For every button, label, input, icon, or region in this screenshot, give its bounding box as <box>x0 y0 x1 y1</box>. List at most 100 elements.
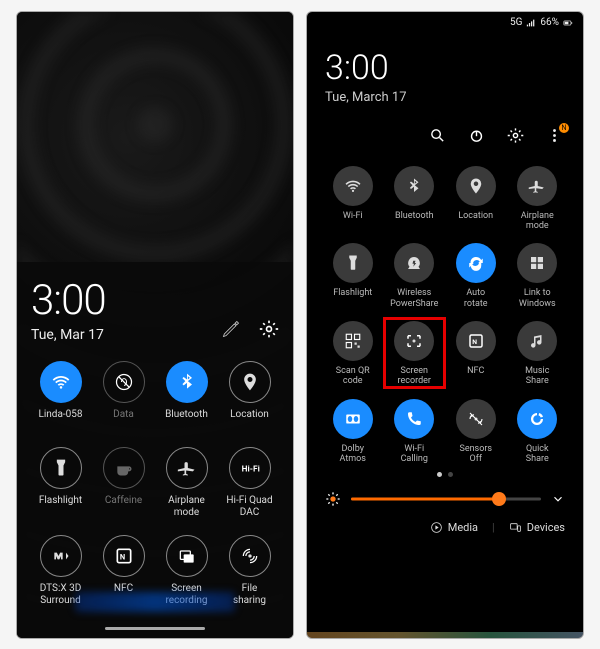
tile-label: Airplane mode <box>168 495 205 519</box>
nfc-icon <box>456 321 496 361</box>
home-indicator[interactable] <box>105 627 205 630</box>
tile-wifi[interactable]: Linda-058 <box>31 361 90 431</box>
tile-wificall[interactable]: Wi-Fi Calling <box>387 399 443 465</box>
tile-flashlight[interactable]: Flashlight <box>31 447 90 519</box>
tile-bluetooth[interactable]: Bluetooth <box>387 166 443 232</box>
tile-label: Link to Windows <box>519 288 556 309</box>
tile-label: Wireless PowerShare <box>390 288 438 309</box>
brightness-row <box>325 487 565 511</box>
tile-wifi[interactable]: Wi-Fi <box>325 166 381 232</box>
settings-icon[interactable] <box>259 319 279 339</box>
tile-flashlight[interactable]: Flashlight <box>325 243 381 309</box>
tile-location[interactable]: Location <box>220 361 279 431</box>
tile-label: Airplane mode <box>521 211 554 232</box>
autorotate-icon <box>456 243 496 283</box>
tile-location[interactable]: Location <box>448 166 504 232</box>
gear-icon <box>507 127 524 144</box>
tile-label: File sharing <box>233 583 266 607</box>
tile-data[interactable]: Data <box>94 361 153 431</box>
tile-label: Quick Share <box>526 444 549 465</box>
tile-screenrec[interactable]: Screen recorder <box>387 321 443 387</box>
bluetooth-icon <box>166 361 208 403</box>
powershare-icon <box>394 243 434 283</box>
tile-nfc[interactable]: NFC <box>448 321 504 387</box>
tile-label: Data <box>113 409 134 431</box>
expand-brightness-icon[interactable] <box>551 492 565 506</box>
more-button[interactable]: N <box>546 127 563 148</box>
tile-qr[interactable]: Scan QR code <box>325 321 381 387</box>
tile-airplane[interactable]: Airplane mode <box>510 166 566 232</box>
media-button[interactable]: Media <box>430 521 478 534</box>
tile-quickshare[interactable]: Quick Share <box>510 399 566 465</box>
tile-bluetooth[interactable]: Bluetooth <box>157 361 216 431</box>
signal-icon <box>526 18 536 28</box>
tile-hifi-dac[interactable]: Hi-Fi Quad DAC <box>220 447 279 519</box>
tile-airplane[interactable]: Airplane mode <box>157 447 216 519</box>
devices-icon <box>509 521 522 534</box>
devices-button[interactable]: Devices <box>509 521 565 534</box>
quick-tiles-grid: Wi-Fi Bluetooth Location Airplane mode F… <box>325 166 565 465</box>
bluetooth-icon <box>394 166 434 206</box>
tile-label: Wi-Fi <box>343 211 363 231</box>
caffeine-icon <box>103 447 145 489</box>
phone-left: 44% 3:00 Tue, Mar 17 Linda-058 Data Blue… <box>16 11 294 639</box>
quick-tiles-grid: Linda-058 Data Bluetooth Location Flashl… <box>31 361 279 607</box>
tile-caffeine[interactable]: Caffeine <box>94 447 153 519</box>
date: Tue, March 17 <box>325 90 565 105</box>
tile-sensors[interactable]: Sensors Off <box>448 399 504 465</box>
tile-label: Bluetooth <box>165 409 208 431</box>
qr-icon <box>333 321 373 361</box>
hifi-dac-icon <box>229 447 271 489</box>
power-icon <box>468 127 485 144</box>
devices-label: Devices <box>527 521 565 534</box>
dock-glow <box>75 592 235 612</box>
date: Tue, Mar 17 <box>31 327 106 343</box>
tile-musicshare[interactable]: Music Share <box>510 321 566 387</box>
flashlight-icon <box>40 447 82 489</box>
action-row: N <box>325 127 565 148</box>
home-indicator[interactable] <box>307 632 583 638</box>
tile-label: Wi-Fi Calling <box>401 444 428 465</box>
flashlight-icon <box>333 243 373 283</box>
brightness-icon <box>325 491 341 507</box>
tile-powershare[interactable]: Wireless PowerShare <box>387 243 443 309</box>
airplane-icon <box>166 447 208 489</box>
clock: 3:00 <box>31 276 106 325</box>
page-indicator[interactable] <box>325 472 565 477</box>
tile-dolby[interactable]: Dolby Atmos <box>325 399 381 465</box>
tile-label: Flashlight <box>333 288 372 308</box>
wificall-icon <box>394 399 434 439</box>
clock: 3:00 <box>325 48 565 88</box>
settings-button[interactable] <box>507 127 524 148</box>
edit-icon[interactable] <box>221 319 241 339</box>
status-bar: 5G 66% <box>307 12 583 34</box>
location-icon <box>456 166 496 206</box>
media-icon <box>430 521 443 534</box>
screenrec-icon <box>166 535 208 577</box>
tile-label: NFC <box>467 366 484 386</box>
notification-badge: N <box>559 123 569 133</box>
dolby-icon <box>333 399 373 439</box>
quick-settings-shade: 3:00 Tue, Mar 17 Linda-058 Data Bluetoot… <box>17 262 293 638</box>
phone-right: 5G 66% 3:00 Tue, March 17 N Wi-Fi Blueto… <box>306 11 584 639</box>
brightness-slider[interactable] <box>351 487 541 511</box>
battery-percent: 66% <box>540 17 559 28</box>
tile-autorotate[interactable]: Auto rotate <box>448 243 504 309</box>
quickshare-icon <box>517 399 557 439</box>
data-icon <box>103 361 145 403</box>
tile-label: Flashlight <box>39 495 82 517</box>
search-button[interactable] <box>429 127 446 148</box>
tile-label: Dolby Atmos <box>340 444 366 465</box>
page-dot-active <box>437 472 442 477</box>
power-button[interactable] <box>468 127 485 148</box>
tile-label: Music Share <box>525 366 549 387</box>
musicshare-icon <box>517 321 557 361</box>
tile-label: Location <box>230 409 269 431</box>
tile-linkwin[interactable]: Link to Windows <box>510 243 566 309</box>
tile-label: Scan QR code <box>336 366 370 387</box>
page-dot <box>448 472 453 477</box>
tile-label: Caffeine <box>105 495 142 517</box>
wifi-icon <box>40 361 82 403</box>
nfc-icon <box>103 535 145 577</box>
tile-label: Screen recorder <box>398 366 431 387</box>
